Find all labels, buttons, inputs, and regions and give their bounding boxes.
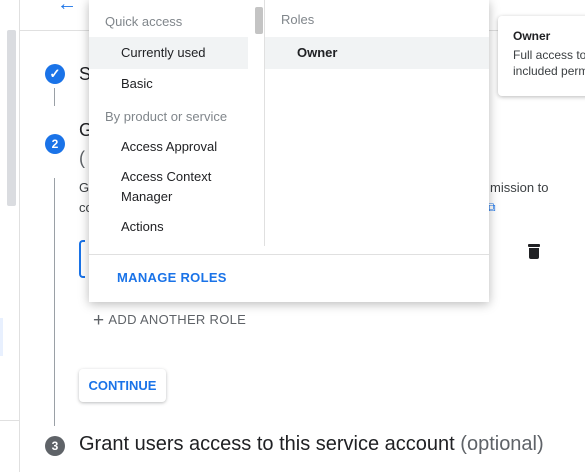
left-scrollbar[interactable] [7, 30, 16, 206]
step-3-title-text: Grant users access to this service accou… [79, 433, 455, 455]
step-2-description-right-fragment: mission to [490, 180, 549, 195]
tooltip-text-line-2: included perm [513, 64, 585, 78]
manage-roles-button[interactable]: MANAGE ROLES [117, 270, 227, 285]
role-description-tooltip: Owner Full access to included perm [498, 16, 585, 96]
quick-access-header: Quick access [105, 14, 183, 29]
left-selection-marker [0, 318, 3, 356]
category-access-approval[interactable]: Access Approval [89, 137, 248, 157]
delete-role-icon[interactable] [528, 244, 540, 259]
step-3-title: Grant users access to this service accou… [79, 433, 544, 456]
plus-icon: + [93, 310, 105, 331]
category-scrollbar[interactable] [255, 7, 263, 34]
stepper-line [54, 88, 55, 106]
category-access-context-manager[interactable]: Access Context Manager [89, 167, 248, 207]
category-basic[interactable]: Basic [89, 74, 248, 94]
step-3-number: 3 [45, 436, 65, 456]
stepper-line [54, 178, 55, 426]
tooltip-text-line-1: Full access to [513, 48, 585, 62]
add-another-role-label: ADD ANOTHER ROLE [108, 312, 247, 327]
continue-button[interactable]: CONTINUE [79, 369, 166, 402]
step-3-optional-label: (optional) [460, 433, 544, 455]
role-owner-option[interactable]: Owner [265, 37, 489, 69]
tooltip-title: Owner [513, 29, 551, 43]
left-panel [0, 0, 20, 472]
category-actions[interactable]: Actions [89, 217, 248, 237]
dropdown-footer-divider [89, 254, 489, 255]
left-divider [0, 420, 19, 421]
back-arrow-icon[interactable]: ← [57, 0, 77, 16]
by-product-header: By product or service [105, 109, 228, 124]
role-category-list: Quick access Currently used Basic By pro… [89, 0, 248, 246]
category-currently-used[interactable]: Currently used [89, 37, 248, 69]
role-select-field[interactable] [79, 240, 85, 278]
add-another-role-button[interactable]: + ADD ANOTHER ROLE [93, 308, 247, 331]
step-2-number: 2 [45, 134, 65, 154]
roles-header: Roles [281, 12, 315, 27]
step-1-check-icon: ✓ [45, 64, 65, 84]
role-picker-dropdown: Quick access Currently used Basic By pro… [89, 0, 489, 302]
step-2-subtitle-fragment: ( [79, 148, 85, 168]
